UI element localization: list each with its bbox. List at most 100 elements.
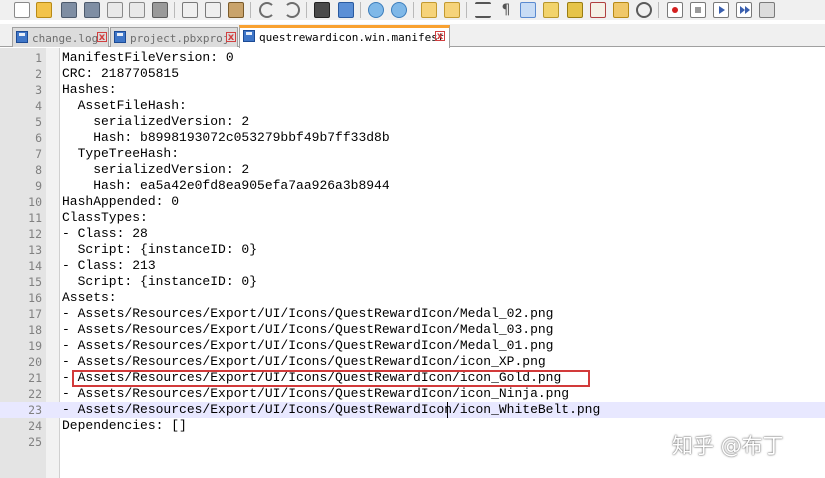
editor-line[interactable]: 12 - Class: 28: [0, 226, 825, 242]
save-status-icon: [16, 31, 28, 43]
line-number: 21: [28, 371, 42, 385]
editor-line[interactable]: 11 ClassTypes:: [0, 210, 825, 226]
editor-line[interactable]: 15 Script: {instanceID: 0}: [0, 274, 825, 290]
copy-icon[interactable]: [205, 2, 221, 18]
editor-line[interactable]: 7 TypeTreeHash:: [0, 146, 825, 162]
editor-line[interactable]: 22 - Assets/Resources/Export/UI/Icons/Que…: [0, 386, 825, 402]
tab-label: questrewardicon.win.manifest: [259, 31, 445, 44]
cut-icon[interactable]: [182, 2, 198, 18]
line-number: 14: [28, 259, 42, 273]
line-text: ManifestFileVersion: 0: [62, 50, 234, 65]
save-icon[interactable]: [61, 2, 77, 18]
indent-guide-icon[interactable]: [520, 2, 536, 18]
line-text: Hash: b8998193072c053279bbf49b7ff33d8b: [62, 130, 390, 145]
line-text: Assets:: [62, 290, 117, 305]
tab-change-log[interactable]: change.log x: [12, 27, 109, 47]
close-all-icon[interactable]: [129, 2, 145, 18]
folder-icon[interactable]: [613, 2, 629, 18]
save-status-icon: [243, 30, 255, 42]
line-text: - Assets/Resources/Export/UI/Icons/Quest…: [62, 402, 601, 417]
sync-horizontal-icon[interactable]: [444, 2, 460, 18]
line-number: 24: [28, 419, 42, 433]
save-status-icon: [114, 31, 126, 43]
line-number: 8: [35, 163, 42, 177]
editor-line[interactable]: 2 CRC: 2187705815: [0, 66, 825, 82]
toolbar-separator: [250, 2, 251, 18]
editor-line[interactable]: 4 AssetFileHash:: [0, 98, 825, 114]
editor-line[interactable]: 1 ManifestFileVersion: 0: [0, 50, 825, 66]
tab-bar: change.log x project.pbxproj x questrewa…: [0, 24, 825, 48]
editor-line[interactable]: 16 Assets:: [0, 290, 825, 306]
line-text: - Assets/Resources/Export/UI/Icons/Quest…: [62, 386, 570, 401]
function-list-icon[interactable]: [567, 2, 583, 18]
folder-as-workspace-icon[interactable]: [590, 2, 606, 18]
close-tab-icon[interactable]: x: [435, 31, 445, 42]
line-number: 6: [35, 131, 42, 145]
line-text: serializedVersion: 2: [62, 114, 250, 129]
editor-line[interactable]: 8 serializedVersion: 2: [0, 162, 825, 178]
editor-line[interactable]: 17 - Assets/Resources/Export/UI/Icons/Que…: [0, 306, 825, 322]
document-map-icon[interactable]: [543, 2, 559, 18]
replace-icon[interactable]: [338, 2, 354, 18]
record-macro-icon[interactable]: [667, 2, 683, 18]
zoom-in-icon[interactable]: [368, 2, 384, 18]
tab-questrewardicon-manifest[interactable]: questrewardicon.win.manifest x: [239, 25, 450, 48]
line-text: Hash: ea5a42e0fd8ea905efa7aa926a3b8944: [62, 178, 390, 193]
save-all-icon[interactable]: [84, 2, 100, 18]
line-text: - Class: 213: [62, 258, 156, 273]
line-text: - Assets/Resources/Export/UI/Icons/Quest…: [62, 322, 554, 337]
close-icon[interactable]: [107, 2, 123, 18]
close-tab-icon[interactable]: x: [226, 32, 236, 43]
editor-line[interactable]: 20 - Assets/Resources/Export/UI/Icons/Que…: [0, 354, 825, 370]
save-macro-icon[interactable]: [759, 2, 775, 18]
word-wrap-icon[interactable]: [475, 2, 491, 18]
stop-macro-icon[interactable]: [690, 2, 706, 18]
editor-line[interactable]: 9 Hash: ea5a42e0fd8ea905efa7aa926a3b8944: [0, 178, 825, 194]
play-macro-icon[interactable]: [713, 2, 729, 18]
editor-line[interactable]: 10 HashAppended: 0: [0, 194, 825, 210]
find-icon[interactable]: [314, 2, 330, 18]
toolbar-separator: [306, 2, 307, 18]
sync-vertical-icon[interactable]: [421, 2, 437, 18]
show-all-characters-icon[interactable]: ¶: [498, 2, 514, 18]
tab-project-pbxproj[interactable]: project.pbxproj x: [110, 27, 238, 47]
editor-line[interactable]: 19 - Assets/Resources/Export/UI/Icons/Que…: [0, 338, 825, 354]
run-macro-multiple-icon[interactable]: [736, 2, 752, 18]
line-number: 17: [28, 307, 42, 321]
line-number: 18: [28, 323, 42, 337]
line-text: HashAppended: 0: [62, 194, 180, 209]
toolbar-separator: [413, 2, 414, 18]
editor-line[interactable]: 5 serializedVersion: 2: [0, 114, 825, 130]
text-caret: [447, 402, 448, 418]
text-editor[interactable]: 1 ManifestFileVersion: 0 2 CRC: 2187705815 3…: [0, 48, 825, 478]
editor-line[interactable]: 13 Script: {instanceID: 0}: [0, 242, 825, 258]
zoom-out-icon[interactable]: [391, 2, 407, 18]
watermark: 知乎 @布丁: [672, 434, 784, 458]
editor-line[interactable]: 3 Hashes:: [0, 82, 825, 98]
line-text: ClassTypes:: [62, 210, 148, 225]
toolbar-separator: [360, 2, 361, 18]
line-number: 11: [28, 211, 42, 225]
line-number: 2: [35, 67, 42, 81]
toolbar-separator: [466, 2, 467, 18]
editor-line[interactable]: 23 - Assets/Resources/Export/UI/Icons/Que…: [0, 402, 825, 418]
open-file-icon[interactable]: [36, 2, 52, 18]
line-number: 5: [35, 115, 42, 129]
close-tab-icon[interactable]: x: [97, 32, 107, 43]
paste-icon[interactable]: [228, 2, 244, 18]
new-file-icon[interactable]: [14, 2, 30, 18]
line-number: 10: [28, 195, 42, 209]
print-icon[interactable]: [152, 2, 168, 18]
line-number: 13: [28, 243, 42, 257]
monitoring-icon[interactable]: [636, 2, 652, 18]
tab-label: change.log: [32, 32, 99, 45]
line-number: 3: [35, 83, 42, 97]
editor-line[interactable]: 6 Hash: b8998193072c053279bbf49b7ff33d8b: [0, 130, 825, 146]
line-text: - Class: 28: [62, 226, 148, 241]
line-text: TypeTreeHash:: [62, 146, 180, 161]
editor-line[interactable]: 14 - Class: 213: [0, 258, 825, 274]
undo-icon[interactable]: [259, 2, 275, 18]
redo-icon[interactable]: [284, 2, 300, 18]
line-number: 7: [35, 147, 42, 161]
editor-line[interactable]: 18 - Assets/Resources/Export/UI/Icons/Que…: [0, 322, 825, 338]
